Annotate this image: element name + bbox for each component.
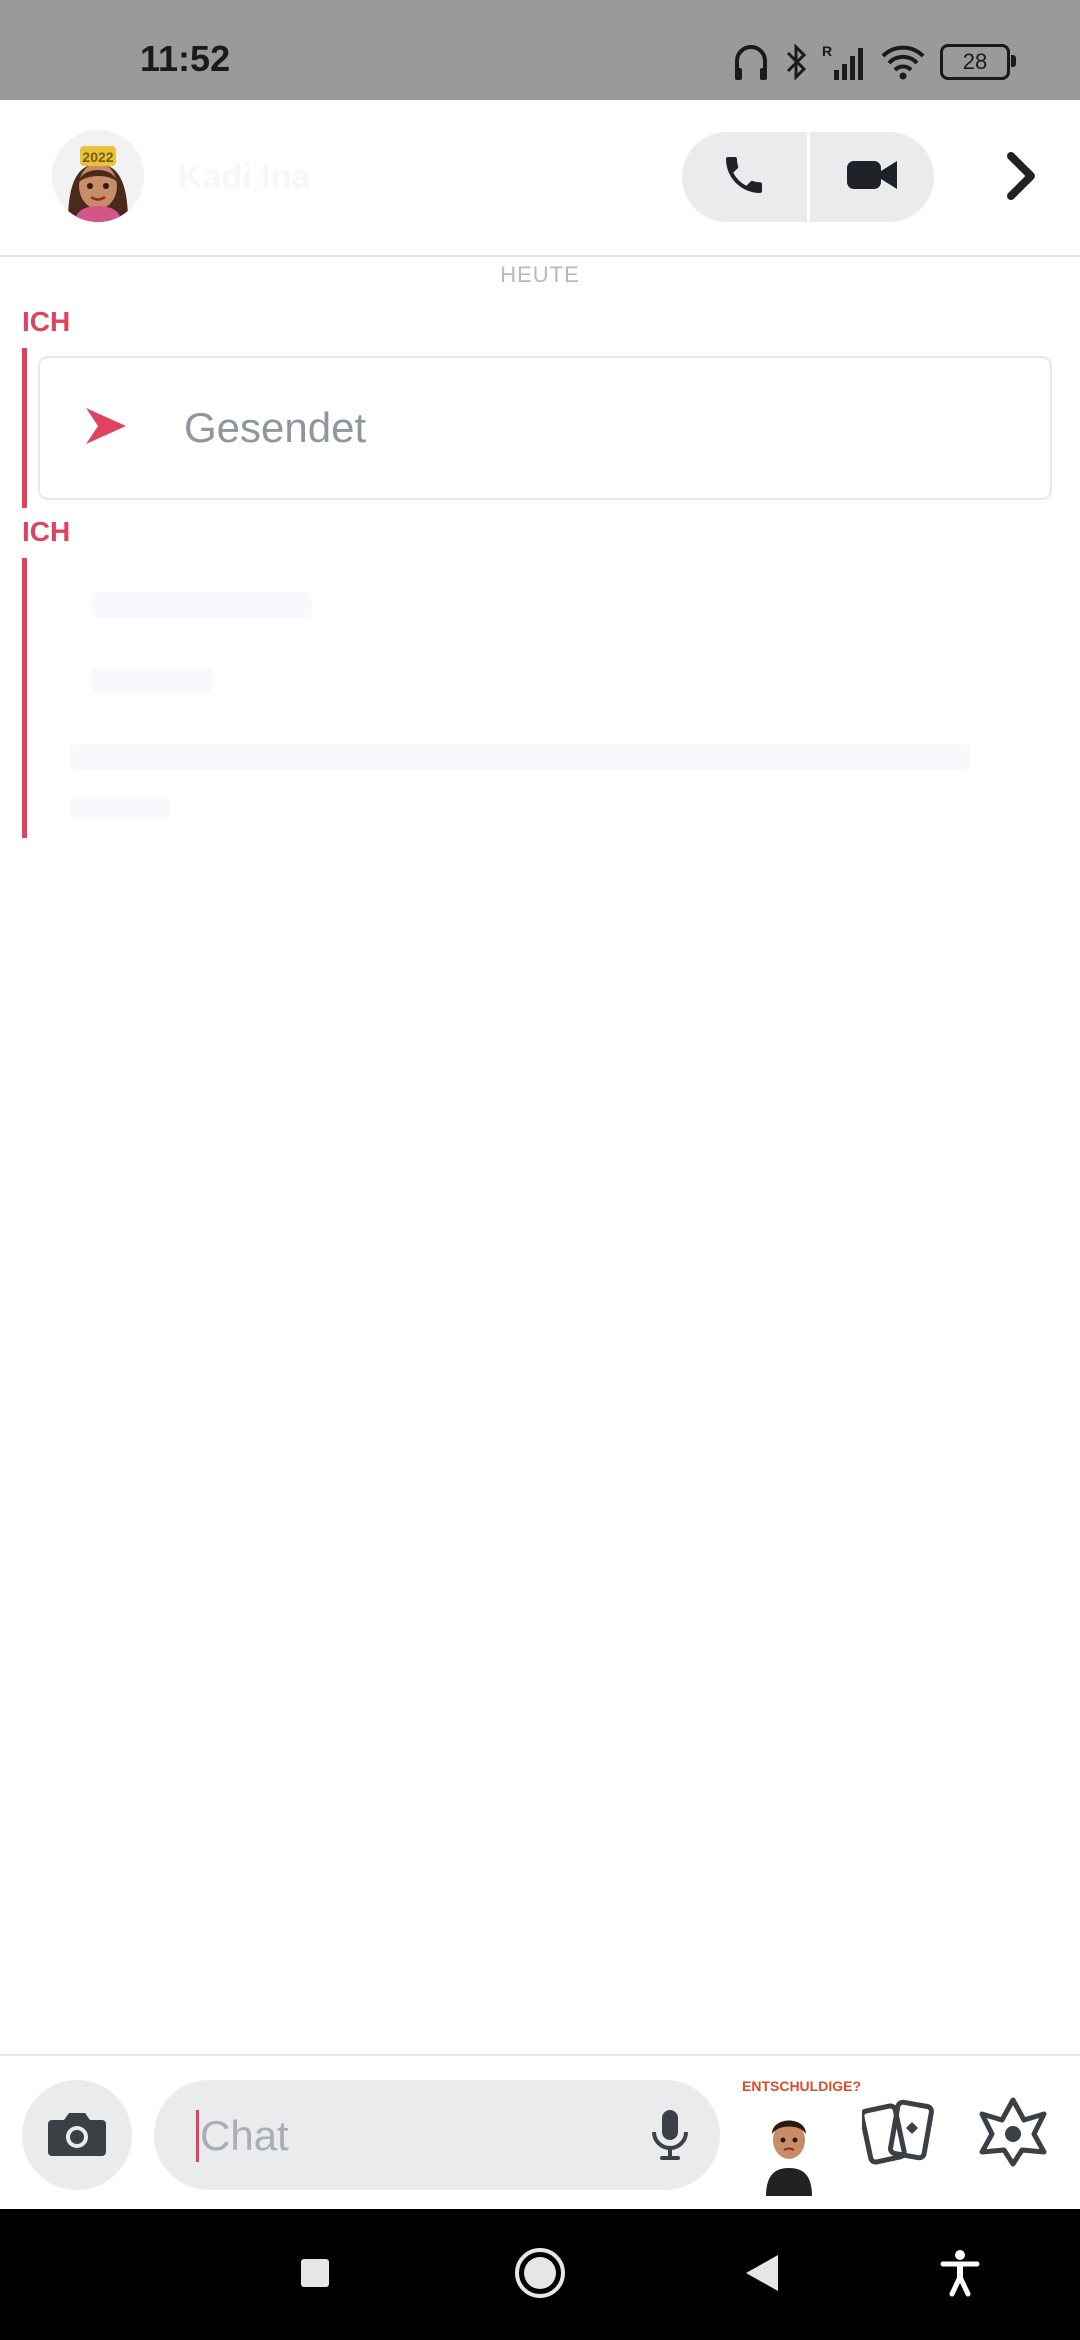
message-bar — [22, 348, 27, 508]
status-bar: 11:52 R 28 — [0, 0, 1080, 100]
avatar[interactable]: 2022 — [52, 130, 144, 222]
home-button[interactable] — [510, 2245, 570, 2305]
svg-text:R: R — [822, 43, 832, 59]
sent-status-label: Gesendet — [184, 404, 367, 451]
back-button[interactable] — [732, 2245, 792, 2305]
battery-level: 28 — [962, 49, 988, 74]
contact-name[interactable]: Kadi Ina — [178, 158, 310, 197]
date-separator: HEUTE — [500, 262, 580, 287]
video-icon — [845, 155, 899, 200]
headphones-icon — [732, 42, 770, 82]
bitmoji-caption: ENTSCHULDIGE? — [742, 2078, 861, 2094]
signal-icon: R — [822, 42, 866, 82]
accessibility-icon — [940, 2249, 980, 2302]
cards-icon[interactable] — [859, 2098, 938, 2173]
text-cursor — [196, 2110, 199, 2162]
accessibility-button[interactable] — [930, 2245, 990, 2305]
svg-text:2022: 2022 — [82, 149, 113, 165]
faded-message-line — [92, 668, 212, 694]
bitmoji-icon — [766, 2120, 812, 2196]
back-triangle-icon — [744, 2253, 780, 2298]
navigation-bar — [0, 2209, 1080, 2340]
sent-status-card[interactable]: Gesendet — [38, 356, 1052, 500]
circle-icon — [513, 2246, 567, 2305]
camera-icon — [46, 2108, 108, 2163]
next-button[interactable] — [990, 148, 1050, 208]
microphone-icon[interactable] — [650, 2106, 690, 2169]
bitmoji-avatar-icon: 2022 — [52, 130, 144, 222]
status-time: 11:52 — [140, 38, 231, 79]
battery-icon: 28 — [940, 44, 1016, 80]
chat-input[interactable]: Chat — [154, 2080, 720, 2190]
bluetooth-icon — [784, 42, 808, 82]
input-bar: Chat ENTSCHULDIGE? — [0, 2054, 1080, 2211]
phone-icon — [720, 151, 768, 204]
square-icon — [299, 2257, 331, 2294]
camera-button[interactable] — [22, 2080, 132, 2190]
bitmoji-sticker-button[interactable]: ENTSCHULDIGE? — [742, 2078, 861, 2196]
chat-input-placeholder: Chat — [200, 2112, 289, 2159]
voice-call-button[interactable] — [682, 132, 807, 222]
message-sender: ICH — [22, 306, 71, 337]
call-buttons — [682, 132, 934, 222]
status-icons: R 28 — [732, 40, 1016, 84]
faded-message-line — [70, 744, 970, 770]
recents-button[interactable] — [285, 2245, 345, 2305]
message-sender: ICH — [22, 516, 71, 547]
chat-header: 2022 Kadi Ina — [0, 100, 1080, 257]
chevron-right-icon — [1003, 150, 1037, 207]
faded-message-line — [70, 796, 170, 820]
faded-message-line — [92, 592, 312, 618]
wifi-icon — [880, 42, 926, 82]
sent-arrow-icon — [84, 406, 128, 451]
message-bar — [22, 558, 27, 838]
sticker-icon[interactable] — [978, 2094, 1048, 2173]
video-call-button[interactable] — [810, 132, 935, 222]
